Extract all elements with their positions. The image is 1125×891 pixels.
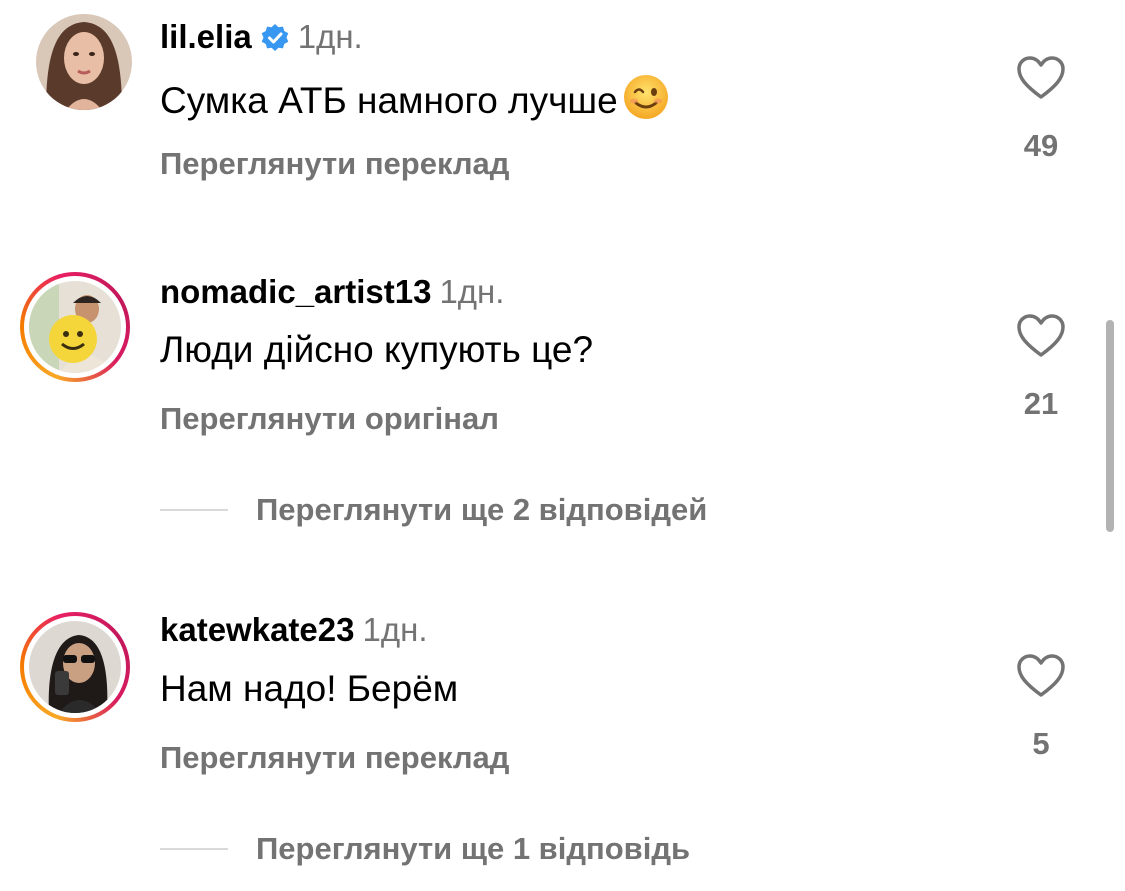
avatar[interactable] [20,272,130,382]
avatar[interactable] [20,612,130,722]
comment-text: Сумка АТБ намного лучше [160,73,670,131]
view-replies-label: Переглянути ще 1 відповідь [256,831,691,866]
avatar-photo [29,281,121,373]
username[interactable]: katewkate23 [160,611,354,648]
like-control: 5 [1000,653,1082,763]
like-control: 21 [1000,313,1082,423]
like-count: 5 [1032,726,1050,761]
like-control: 49 [1000,55,1082,165]
comment-text-content: Сумка АТБ намного лучше [160,80,618,121]
comment-header: katewkate23 1дн. [160,610,428,650]
verified-badge-icon [260,22,290,62]
view-replies-button[interactable]: Переглянути ще 2 відповідей [160,492,707,532]
see-translation-link[interactable]: Переглянути переклад [160,739,509,777]
replies-divider [160,848,228,850]
like-count: 21 [1023,386,1059,421]
see-original-link[interactable]: Переглянути оригінал [160,400,499,438]
username[interactable]: lil.elia [160,18,252,55]
avatar-photo [36,14,132,110]
comment-text: Нам надо! Берём [160,668,459,709]
comment-header: lil.elia 1дн. [160,17,363,62]
comment-header: nomadic_artist13 1дн. [160,272,504,312]
scrollbar[interactable] [1106,320,1114,532]
comment-text: Люди дійсно купують це? [160,329,594,370]
view-replies-label: Переглянути ще 2 відповідей [256,492,708,527]
avatar-photo [29,621,121,713]
winking-face-icon [622,73,670,131]
timestamp: 1дн. [297,18,363,55]
timestamp: 1дн. [439,273,505,310]
see-translation-link[interactable]: Переглянути переклад [160,145,509,183]
view-replies-button[interactable]: Переглянути ще 1 відповідь [160,831,690,871]
avatar[interactable] [36,14,132,110]
heart-icon[interactable] [1016,653,1066,699]
heart-icon[interactable] [1016,313,1066,359]
like-count: 49 [1023,128,1059,163]
heart-icon[interactable] [1016,55,1066,101]
username[interactable]: nomadic_artist13 [160,273,431,310]
replies-divider [160,509,228,511]
timestamp: 1дн. [362,611,428,648]
